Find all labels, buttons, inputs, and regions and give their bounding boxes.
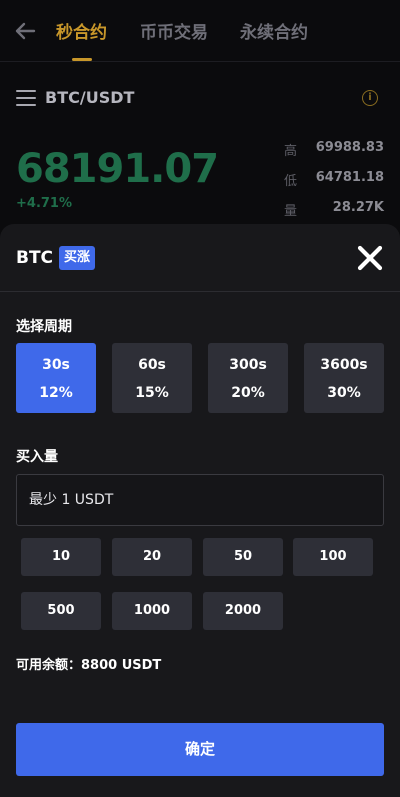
stat-value: 64781.18 (315, 170, 384, 185)
period-time: 30s (42, 357, 70, 373)
amount-preset-button[interactable]: 1000 (112, 592, 192, 630)
direction-badge: 买涨 (59, 246, 96, 270)
amount-section-title: 买入量 (16, 449, 58, 465)
stat-label: 量 (284, 204, 298, 219)
stat-value: 28.27K (332, 200, 384, 215)
amount-preset-button[interactable]: 100 (293, 538, 373, 576)
pair-bar: BTC/USDT i (0, 78, 400, 118)
period-option-300s[interactable]: 300s 20% (208, 343, 288, 413)
amount-preset-button[interactable]: 50 (203, 538, 283, 576)
confirm-button[interactable]: 确定 (16, 723, 384, 776)
info-circle-icon[interactable]: i (362, 90, 378, 106)
pair-title[interactable]: BTC/USDT (45, 88, 134, 107)
available-balance: 可用余额：8800 USDT (16, 654, 161, 673)
stat-value: 69988.83 (315, 140, 384, 155)
top-navigation: 秒合约 币币交易 永续合约 (0, 0, 400, 62)
stat-label: 低 (284, 174, 298, 189)
price-change: +4.71% (16, 196, 72, 211)
sheet-header: BTC 买涨 (0, 224, 400, 292)
balance-label: 可用余额： (16, 658, 82, 673)
period-time: 3600s (320, 357, 368, 373)
period-section-title: 选择周期 (16, 319, 72, 335)
period-rate: 30% (327, 385, 361, 401)
amount-preset-button[interactable]: 500 (21, 592, 101, 630)
period-option-3600s[interactable]: 3600s 30% (304, 343, 384, 413)
close-icon[interactable] (356, 244, 384, 272)
tab-seconds-contract[interactable]: 秒合约 (56, 18, 107, 43)
period-option-60s[interactable]: 60s 15% (112, 343, 192, 413)
stat-volume: 量 28.27K (284, 200, 384, 219)
tab-spot-trading[interactable]: 币币交易 (140, 18, 208, 43)
order-sheet: BTC 买涨 选择周期 30s 12% 60s 15% 300s 20% 360… (0, 224, 400, 797)
active-tab-indicator (72, 58, 92, 61)
amount-input[interactable] (16, 474, 384, 526)
period-time: 60s (138, 357, 166, 373)
amount-preset-button[interactable]: 20 (112, 538, 192, 576)
balance-value: 8800 USDT (81, 658, 162, 673)
period-rate: 12% (39, 385, 73, 401)
stat-low: 低 64781.18 (284, 170, 384, 189)
amount-preset-button[interactable]: 2000 (203, 592, 283, 630)
stat-label: 高 (284, 144, 298, 159)
period-option-30s[interactable]: 30s 12% (16, 343, 96, 413)
period-rate: 15% (135, 385, 169, 401)
current-price: 68191.07 (16, 146, 219, 192)
period-time: 300s (229, 357, 267, 373)
period-rate: 20% (231, 385, 265, 401)
tab-perpetual-contract[interactable]: 永续合约 (240, 18, 308, 43)
symbol-label: BTC (16, 248, 54, 268)
arrow-left-icon[interactable] (14, 20, 36, 42)
stat-high: 高 69988.83 (284, 140, 384, 159)
amount-preset-button[interactable]: 10 (21, 538, 101, 576)
hamburger-menu-icon[interactable] (16, 90, 36, 106)
